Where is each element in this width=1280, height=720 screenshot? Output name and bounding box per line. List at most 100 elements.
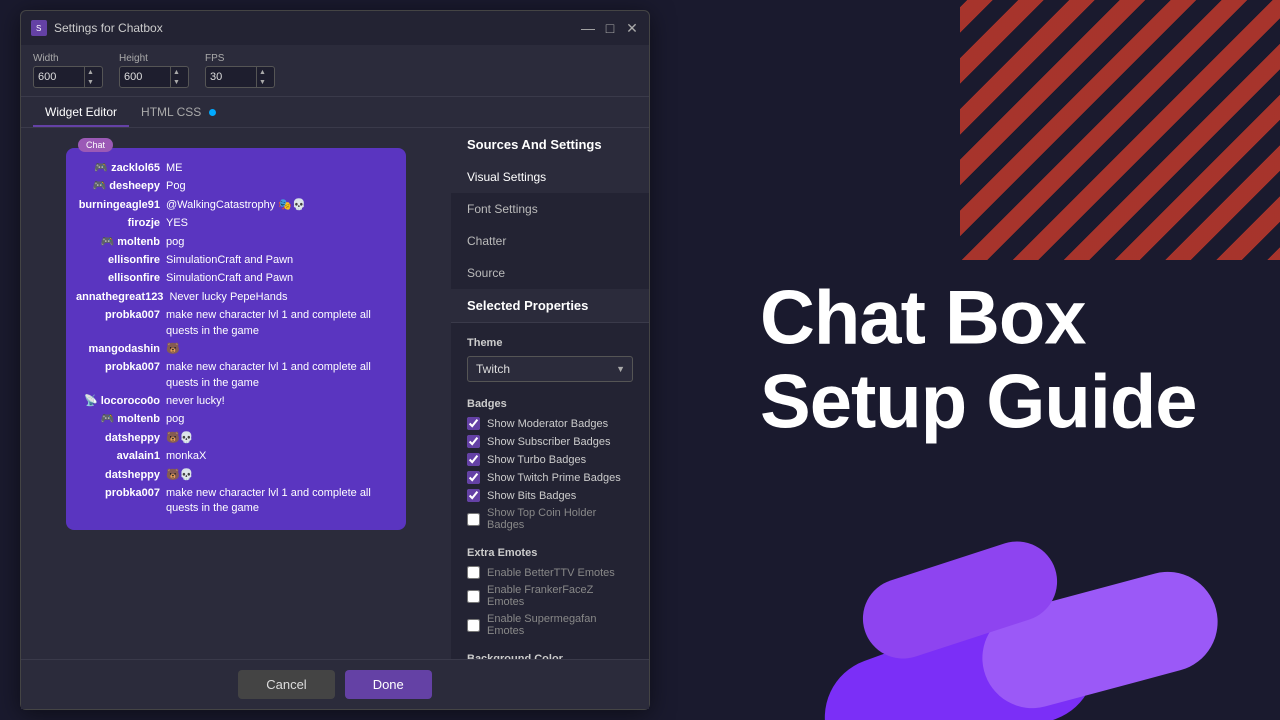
nav-selected-properties[interactable]: Selected Properties <box>451 289 649 322</box>
theme-label: Theme <box>467 337 633 349</box>
chat-username: datsheppy <box>76 468 166 483</box>
chat-message-text: 🐻 <box>166 342 396 357</box>
chat-username: firozje <box>76 216 166 231</box>
chat-message-row: probka007make new character lvl 1 and co… <box>76 360 396 391</box>
nav-sources-settings[interactable]: Sources And Settings <box>451 128 649 161</box>
chat-message-row: ellisonfireSimulationCraft and Pawn <box>76 271 396 286</box>
chat-username: datsheppy <box>76 431 166 446</box>
chat-username: annathegreat123 <box>76 290 169 305</box>
toolbar: Width ▲ ▼ Height ▲ ▼ FPS <box>21 45 649 97</box>
purple-blob-2 <box>971 561 1229 720</box>
emotes-checkboxes: Enable BetterTTV Emotes Enable FrankerFac… <box>467 566 633 637</box>
titlebar: S Settings for Chatbox — □ ✕ <box>21 11 649 45</box>
settings-content: Theme Twitch Dark Light Custom Badges Sh… <box>451 323 649 659</box>
height-down[interactable]: ▼ <box>171 77 182 87</box>
height-label: Height <box>119 53 189 64</box>
emote-checkbox[interactable] <box>467 619 480 632</box>
bg-stripes-top-right <box>960 0 1280 260</box>
chat-message-text: never lucky! <box>166 394 396 409</box>
bottom-bar: Cancel Done <box>21 659 649 709</box>
chat-message-row: burningeagle91@WalkingCatastrophy 🎭💀 <box>76 198 396 213</box>
chat-message-text: pog <box>166 412 396 427</box>
emote-checkbox-label: Enable Supermegafan Emotes <box>487 613 633 637</box>
chat-username: 🎮 moltenb <box>76 412 166 427</box>
tab-dot <box>209 109 216 116</box>
badge-checkbox[interactable] <box>467 471 480 484</box>
badge-checkbox[interactable] <box>467 435 480 448</box>
badge-checkbox-row: Show Bits Badges <box>467 489 633 502</box>
cancel-button[interactable]: Cancel <box>238 670 334 699</box>
emote-checkbox[interactable] <box>467 590 480 603</box>
nav-chatter[interactable]: Chatter <box>451 225 649 257</box>
width-spinner: ▲ ▼ <box>84 67 96 87</box>
theme-select[interactable]: Twitch Dark Light Custom <box>467 356 633 382</box>
titlebar-icon: S <box>31 20 47 36</box>
emote-checkbox-label: Enable FrankerFaceZ Emotes <box>487 584 633 608</box>
chat-message-text: Never lucky PepeHands <box>169 290 396 305</box>
width-down[interactable]: ▼ <box>85 77 96 87</box>
height-up[interactable]: ▲ <box>171 67 182 77</box>
badge-checkbox-row: Show Subscriber Badges <box>467 435 633 448</box>
main-window: S Settings for Chatbox — □ ✕ Width ▲ ▼ H… <box>20 10 650 710</box>
chat-message-row: datsheppy🐻💀 <box>76 431 396 446</box>
nav-visual-settings[interactable]: Visual Settings <box>451 161 649 193</box>
chat-username: avalain1 <box>76 449 166 464</box>
chat-message-text: ME <box>166 161 396 176</box>
badge-checkbox[interactable] <box>467 489 480 502</box>
nav-source[interactable]: Source <box>451 257 649 289</box>
done-button[interactable]: Done <box>345 670 432 699</box>
chat-username: probka007 <box>76 360 166 375</box>
emote-checkbox-row: Enable FrankerFaceZ Emotes <box>467 584 633 608</box>
minimize-button[interactable]: — <box>581 21 595 35</box>
titlebar-title: Settings for Chatbox <box>54 21 163 35</box>
tab-html-css[interactable]: HTML CSS <box>129 97 228 127</box>
chat-message-text: 🐻💀 <box>166 468 396 483</box>
badge-checkbox-label: Show Turbo Badges <box>487 454 586 466</box>
height-spinner: ▲ ▼ <box>170 67 182 87</box>
chat-messages-container: 🎮 zacklol65ME🎮 desheepyPogburningeagle91… <box>76 161 396 517</box>
tab-widget-editor[interactable]: Widget Editor <box>33 97 129 127</box>
badge-checkbox-label: Show Bits Badges <box>487 490 576 502</box>
fps-up[interactable]: ▲ <box>257 67 268 77</box>
titlebar-left: S Settings for Chatbox <box>31 20 163 36</box>
nav-font-settings[interactable]: Font Settings <box>451 193 649 225</box>
right-heading-area: Chat Box Setup Guide <box>700 276 1280 443</box>
titlebar-controls: — □ ✕ <box>581 21 639 35</box>
width-up[interactable]: ▲ <box>85 67 96 77</box>
chat-message-row: 🎮 moltenbpog <box>76 235 396 250</box>
maximize-button[interactable]: □ <box>603 21 617 35</box>
theme-group: Theme Twitch Dark Light Custom <box>467 337 633 382</box>
chat-preview: Chat 🎮 zacklol65ME🎮 desheepyPogburningea… <box>66 148 406 530</box>
badge-checkbox-row: Show Top Coin Holder Badges <box>467 507 633 531</box>
width-label: Width <box>33 53 103 64</box>
fps-input[interactable] <box>206 71 256 83</box>
purple-blob-1 <box>808 586 1112 720</box>
height-input-wrap: ▲ ▼ <box>119 66 189 88</box>
fps-field: FPS ▲ ▼ <box>205 53 275 88</box>
chat-username: ellisonfire <box>76 271 166 286</box>
badges-checkboxes: Show Moderator BadgesShow Subscriber Bad… <box>467 417 633 531</box>
fps-down[interactable]: ▼ <box>257 77 268 87</box>
emote-checkbox-label: Enable BetterTTV Emotes <box>487 567 615 579</box>
chat-username: mangodashin <box>76 342 166 357</box>
settings-nav: Sources And Settings Visual Settings Fon… <box>451 128 649 323</box>
width-input[interactable] <box>34 71 84 83</box>
chat-username: ellisonfire <box>76 253 166 268</box>
chat-message-text: SimulationCraft and Pawn <box>166 253 396 268</box>
chat-message-row: mangodashin🐻 <box>76 342 396 357</box>
fps-spinner: ▲ ▼ <box>256 67 268 87</box>
heading-line2: Setup Guide <box>760 359 1197 444</box>
chat-message-text: SimulationCraft and Pawn <box>166 271 396 286</box>
badge-checkbox[interactable] <box>467 453 480 466</box>
badge-checkbox[interactable] <box>467 417 480 430</box>
chat-message-text: make new character lvl 1 and complete al… <box>166 486 396 517</box>
chat-message-row: 🎮 zacklol65ME <box>76 161 396 176</box>
emote-checkbox[interactable] <box>467 566 480 579</box>
fps-label: FPS <box>205 53 275 64</box>
close-button[interactable]: ✕ <box>625 21 639 35</box>
chat-message-text: make new character lvl 1 and complete al… <box>166 360 396 391</box>
badge-checkbox[interactable] <box>467 513 480 526</box>
badge-checkbox-row: Show Turbo Badges <box>467 453 633 466</box>
chat-badge: Chat <box>78 138 113 152</box>
height-input[interactable] <box>120 71 170 83</box>
